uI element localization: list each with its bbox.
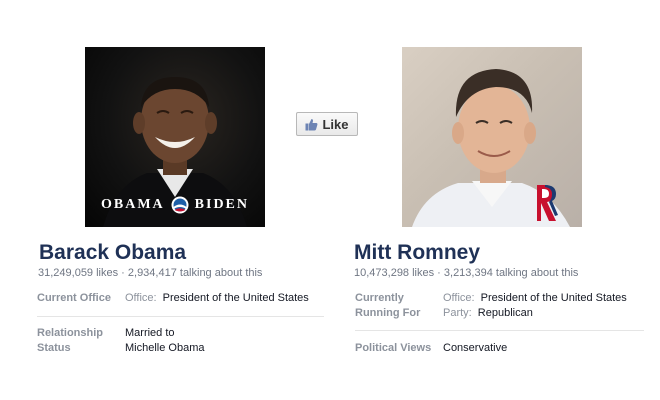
relationship-status-label: Relationship Status xyxy=(37,327,104,354)
running-office-value[interactable]: President of the United States xyxy=(481,292,627,304)
like-button-label: Like xyxy=(322,116,349,132)
obama-name[interactable]: Barack Obama xyxy=(39,241,186,265)
relationship-status-value: Married to Michelle Obama xyxy=(125,326,204,356)
divider xyxy=(355,330,644,331)
party-key: Party: xyxy=(443,307,472,319)
political-views-label: Political Views xyxy=(355,342,432,354)
like-button[interactable]: Like xyxy=(296,112,358,136)
current-office-label: Current Office xyxy=(37,292,111,304)
political-views-value: Conservative xyxy=(443,342,508,354)
currently-running-for-label: Currently Running For xyxy=(355,292,421,319)
obama-o-logo-icon xyxy=(171,196,189,214)
logo-text-right: BIDEN xyxy=(194,197,250,212)
obama-biden-logo: OBAMA BIDEN xyxy=(85,196,265,214)
obama-stats: 31,249,059 likes · 2,934,417 talking abo… xyxy=(38,267,263,279)
currently-running-for-value: Office: President of the United States P… xyxy=(443,291,627,321)
logo-text-left: OBAMA xyxy=(100,197,165,212)
office-value[interactable]: President of the United States xyxy=(163,292,309,304)
romney-r-logo-icon xyxy=(537,185,558,221)
romney-profile-photo[interactable] xyxy=(402,47,582,227)
obama-profile-photo[interactable]: OBAMA BIDEN xyxy=(85,47,265,227)
current-office-value: Office: President of the United States xyxy=(125,291,309,306)
relationship-line2[interactable]: Michelle Obama xyxy=(125,341,204,356)
romney-name[interactable]: Mitt Romney xyxy=(354,241,480,265)
party-value[interactable]: Republican xyxy=(478,307,533,319)
relationship-line1: Married to xyxy=(125,327,175,339)
office-key: Office: xyxy=(125,292,157,304)
divider xyxy=(37,316,324,317)
romney-stats: 10,473,298 likes · 3,213,394 talking abo… xyxy=(354,267,579,279)
thumbs-up-icon xyxy=(305,118,318,130)
running-office-key: Office: xyxy=(443,292,475,304)
